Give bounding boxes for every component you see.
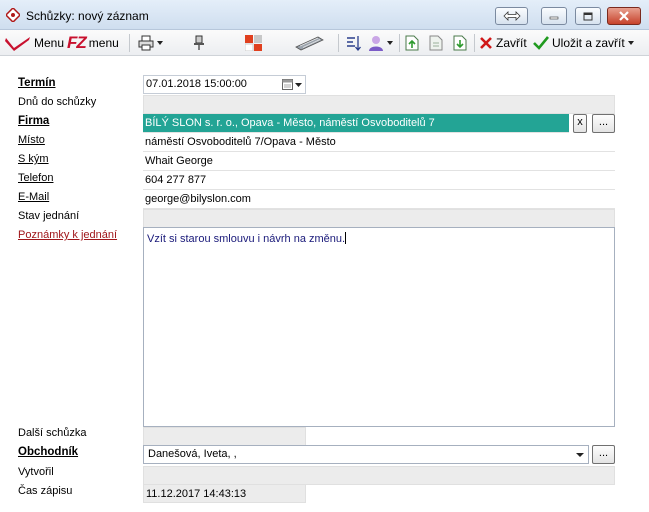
menu-button[interactable]: Menu xyxy=(5,33,64,53)
email-label[interactable]: E-Mail xyxy=(18,188,49,206)
close-window-button[interactable] xyxy=(607,7,641,25)
minimize-button[interactable] xyxy=(541,7,567,25)
chevron-down-icon xyxy=(157,41,163,45)
keyboard-icon xyxy=(295,36,324,51)
print-button[interactable] xyxy=(138,33,163,53)
termin-value: 07.01.2018 15:00:00 xyxy=(146,78,247,90)
keyboard-button[interactable] xyxy=(294,33,324,53)
stav-label: Stav jednání xyxy=(18,210,80,222)
skym-field[interactable]: Whait George xyxy=(143,152,615,171)
document-down-icon xyxy=(453,35,467,51)
termin-label: Termín xyxy=(18,77,56,89)
obchodnik-select[interactable]: Danešová, Iveta, , xyxy=(143,445,589,464)
dnu-label: Dnů do schůzky xyxy=(18,96,97,108)
firma-select-button[interactable]: ... xyxy=(592,114,615,133)
dalsi-label: Další schůzka xyxy=(18,427,87,439)
document-icon xyxy=(429,35,443,51)
save-and-close-label: Uložit a zavřít xyxy=(552,36,625,50)
resize-arrows-icon xyxy=(502,11,521,21)
save-and-close-button[interactable]: Uložit a zavřít xyxy=(533,33,625,53)
fz-menu-button[interactable]: FZ menu xyxy=(67,33,119,53)
text-caret xyxy=(345,232,347,244)
color-button[interactable] xyxy=(245,33,263,53)
dalsi-field xyxy=(143,427,306,446)
firma-field[interactable]: BÍLÝ SLON s. r. o., Opava - Město, náměs… xyxy=(143,114,569,133)
firma-clear-button[interactable]: x xyxy=(573,114,587,133)
obchodnik-select-button[interactable]: ... xyxy=(592,445,615,464)
poznamky-textarea[interactable]: Vzít si starou smlouvu i návrh na změnu. xyxy=(143,227,615,427)
maximize-button[interactable] xyxy=(575,7,601,25)
close-form-label: Zavřít xyxy=(496,36,527,50)
vytvoril-field xyxy=(143,466,615,485)
cas-field: 11.12.2017 14:43:13 xyxy=(143,484,306,503)
document-up-icon xyxy=(405,35,419,51)
close-icon xyxy=(619,11,629,21)
telefon-field[interactable]: 604 277 877 xyxy=(143,171,615,190)
pin-button[interactable] xyxy=(193,33,205,53)
chevron-down-icon xyxy=(576,453,584,457)
minimize-icon xyxy=(549,16,559,20)
app-icon xyxy=(6,8,20,22)
meeting-form: Termín 07.01.2018 15:00:00 Dnů do schůzk… xyxy=(0,57,649,512)
close-form-button[interactable]: Zavřít xyxy=(479,33,527,53)
export-button[interactable] xyxy=(405,33,419,53)
resize-button[interactable] xyxy=(495,7,528,25)
save-options-dropdown[interactable] xyxy=(628,33,634,53)
printer-icon xyxy=(138,35,154,51)
checkmark-logo-icon xyxy=(5,37,30,51)
misto-label[interactable]: Místo xyxy=(18,131,45,149)
maximize-icon xyxy=(583,12,593,20)
green-check-icon xyxy=(533,36,549,50)
sort-button[interactable] xyxy=(346,33,362,53)
menu-label: Menu xyxy=(34,36,65,50)
fz-menu-label: menu xyxy=(88,36,119,50)
window-title: Schůzky: nový záznam xyxy=(26,9,149,23)
obchodnik-value: Danešová, Iveta, , xyxy=(148,448,237,460)
stav-field xyxy=(143,209,615,228)
poznamky-text: Vzít si starou smlouvu i návrh na změnu. xyxy=(147,233,346,245)
title-bar: Schůzky: nový záznam xyxy=(0,0,649,30)
red-x-icon xyxy=(480,37,492,49)
fz-logo-icon: FZ xyxy=(67,33,87,52)
color-blocks-icon xyxy=(245,35,262,51)
email-field[interactable]: george@bilyslon.com xyxy=(143,190,615,209)
pin-icon xyxy=(194,35,204,50)
sort-icon xyxy=(347,36,361,51)
chevron-down-icon xyxy=(295,82,302,87)
toolbar: Menu FZ menu Zavřít Uložit a zavřít xyxy=(0,30,649,56)
cas-label: Čas zápisu xyxy=(18,485,73,497)
poznamky-label[interactable]: Poznámky k jednání xyxy=(18,226,117,244)
calendar-icon xyxy=(282,79,293,90)
termin-input[interactable]: 07.01.2018 15:00:00 xyxy=(143,75,306,94)
obchodnik-label: Obchodník xyxy=(18,446,79,458)
document-button[interactable] xyxy=(429,33,443,53)
vytvoril-label: Vytvořil xyxy=(18,466,54,478)
telefon-label[interactable]: Telefon xyxy=(18,169,53,187)
import-button[interactable] xyxy=(453,33,467,53)
dnu-field xyxy=(143,95,615,114)
user-icon xyxy=(369,36,383,51)
user-button[interactable] xyxy=(368,33,393,53)
firma-label[interactable]: Firma xyxy=(18,112,49,130)
chevron-down-icon xyxy=(387,41,393,45)
calendar-button[interactable] xyxy=(282,77,304,92)
misto-field[interactable]: náměstí Osvoboditelů 7/Opava - Město xyxy=(143,133,615,152)
skym-label[interactable]: S kým xyxy=(18,150,49,168)
chevron-down-icon xyxy=(628,41,634,45)
